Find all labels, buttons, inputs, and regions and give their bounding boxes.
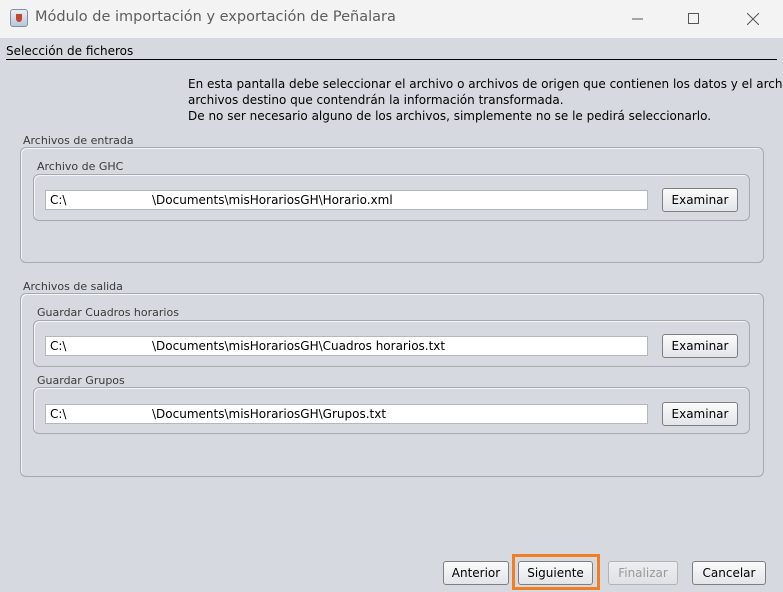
- ghc-file-path: \Documents\misHorariosGH\Horario.xml: [152, 193, 393, 207]
- siguiente-highlight-box: [512, 554, 600, 590]
- java-coffee-cup-icon: [10, 9, 28, 27]
- finalizar-button[interactable]: Finalizar: [608, 561, 678, 585]
- section-divider: [6, 59, 777, 60]
- maximize-icon: [688, 13, 699, 24]
- minimize-icon: [632, 18, 643, 20]
- cuadros-file-field[interactable]: C:\ \Documents\misHorariosGH\Cuadros hora…: [45, 336, 648, 356]
- cuadros-browse-button[interactable]: Examinar: [662, 334, 738, 358]
- input-group-title: Archivos de entrada: [23, 134, 134, 147]
- ghc-file-label: Archivo de GHC: [37, 160, 124, 173]
- intro-line: En esta pantalla debe seleccionar el arc…: [188, 77, 783, 91]
- ghc-file-drive: C:\: [50, 193, 67, 207]
- grupos-file-label: Guardar Grupos: [37, 374, 125, 387]
- ghc-file-field[interactable]: C:\ \Documents\misHorariosGH\Horario.xml: [45, 190, 648, 210]
- intro-line: De no ser necesario alguno de los archiv…: [188, 109, 712, 123]
- intro-text: En esta pantalla debe seleccionar el arc…: [188, 76, 783, 124]
- cuadros-file-drive: C:\: [50, 339, 67, 353]
- maximize-button[interactable]: [665, 0, 723, 38]
- grupos-file-field[interactable]: C:\ \Documents\misHorariosGH\Grupos.txt: [45, 404, 648, 424]
- section-header: Selección de ficheros: [6, 44, 134, 58]
- grupos-browse-button[interactable]: Examinar: [662, 402, 738, 426]
- ghc-browse-button[interactable]: Examinar: [662, 188, 738, 212]
- cuadros-file-path: \Documents\misHorariosGH\Cuadros horario…: [152, 339, 446, 353]
- cancelar-button[interactable]: Cancelar: [692, 561, 766, 585]
- window-title: Módulo de importación y exportación de P…: [35, 9, 396, 25]
- title-bar: Módulo de importación y exportación de P…: [0, 0, 783, 38]
- output-group-title: Archivos de salida: [23, 280, 123, 293]
- grupos-file-path: \Documents\misHorariosGH\Grupos.txt: [152, 407, 387, 421]
- cuadros-file-label: Guardar Cuadros horarios: [37, 306, 179, 319]
- grupos-file-drive: C:\: [50, 407, 67, 421]
- anterior-button[interactable]: Anterior: [443, 561, 509, 585]
- close-icon: [747, 13, 759, 25]
- minimize-button[interactable]: [609, 0, 667, 38]
- close-button[interactable]: [724, 0, 782, 38]
- intro-line: archivos destino que contendrán la infor…: [188, 93, 564, 107]
